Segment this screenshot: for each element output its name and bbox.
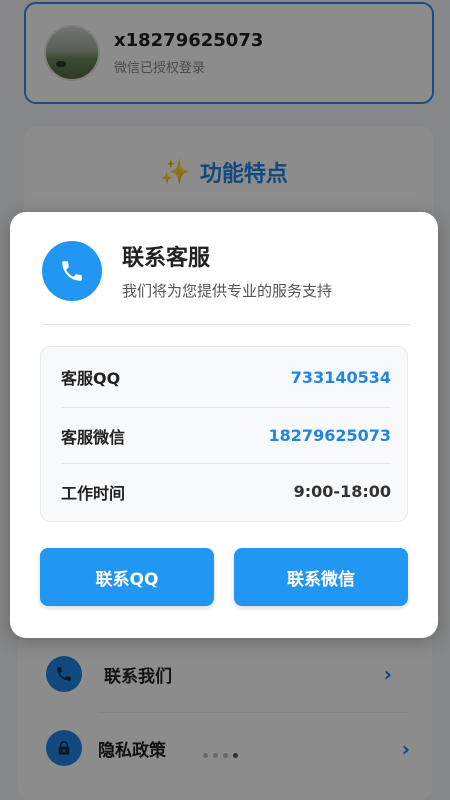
dialog-header: 联系客服 我们将为您提供专业的服务支持 [42, 240, 332, 301]
info-label: 工作时间 [61, 483, 126, 503]
info-row-wechat: 客服微信 18279625073 [61, 407, 391, 463]
info-label: 客服微信 [61, 427, 126, 447]
dialog-title: 联系客服 [122, 246, 211, 271]
dialog-subtitle: 我们将为您提供专业的服务支持 [122, 282, 333, 300]
info-row-qq: 客服QQ 733140534 [61, 349, 391, 405]
info-row-hours: 工作时间 9:00-18:00 [61, 463, 391, 519]
working-hours-value: 9:00-18:00 [293, 482, 391, 501]
contact-wechat-button[interactable]: 联系微信 [234, 548, 408, 606]
info-label: 客服QQ [61, 369, 121, 388]
qq-number-link[interactable]: 733140534 [291, 368, 391, 387]
dialog-titles: 联系客服 我们将为您提供专业的服务支持 [122, 240, 332, 301]
contact-qq-button[interactable]: 联系QQ [40, 548, 214, 606]
phone-icon [42, 240, 102, 301]
contact-info-box: 客服QQ 733140534 客服微信 18279625073 工作时间 9:0… [40, 346, 408, 522]
divider [42, 324, 410, 325]
wechat-id-link[interactable]: 18279625073 [269, 426, 391, 445]
contact-dialog: 联系客服 我们将为您提供专业的服务支持 客服QQ 733140534 客服微信 … [10, 212, 438, 638]
